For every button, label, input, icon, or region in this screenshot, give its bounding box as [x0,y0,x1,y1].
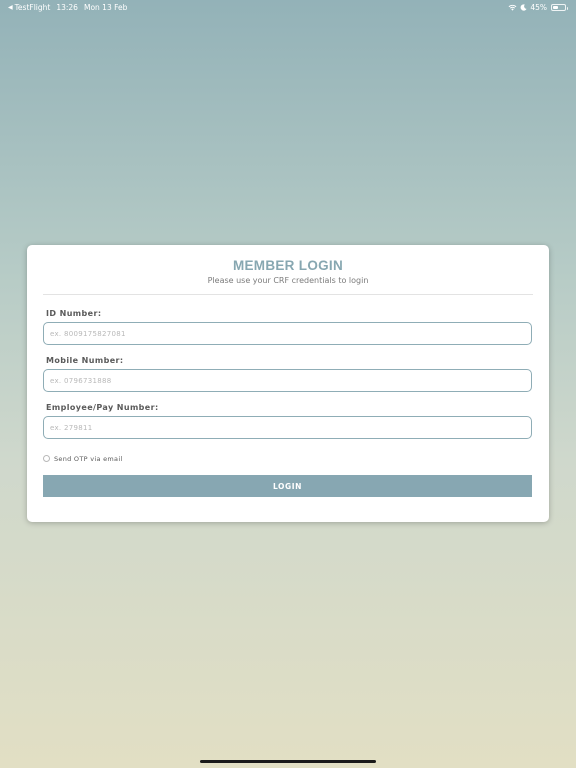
otp-option[interactable]: Send OTP via email [43,453,123,463]
back-arrow-icon[interactable]: ◀ [8,4,13,11]
status-bar: ◀ TestFlight 13:26 Mon 13 Feb 45% [0,0,576,14]
page-title: MEMBER LOGIN [232,258,344,273]
battery-percent: 45% [530,3,547,12]
battery-level-fill [553,6,558,9]
mobile-number-input[interactable] [43,369,532,392]
status-time: 13:26 [56,3,78,12]
employee-number-input[interactable] [43,416,532,439]
status-date: Mon 13 Feb [83,3,128,12]
login-button[interactable]: LOGIN [43,475,532,497]
otp-email-label[interactable]: Send OTP via email [54,455,123,463]
employee-number-label: Employee/Pay Number: [46,403,159,412]
back-app-link[interactable]: TestFlight [15,3,51,12]
id-number-input[interactable] [43,322,532,345]
home-indicator[interactable] [200,760,376,763]
otp-email-checkbox[interactable] [43,454,50,462]
battery-icon [551,4,568,11]
moon-icon [520,4,527,11]
login-card: MEMBER LOGIN Please use your CRF credent… [27,245,549,522]
login-subtitle: Please use your CRF credentials to login [207,276,369,285]
divider [43,294,533,295]
mobile-number-label: Mobile Number: [46,356,124,365]
wifi-icon [508,4,517,11]
id-number-label: ID Number: [46,309,102,318]
